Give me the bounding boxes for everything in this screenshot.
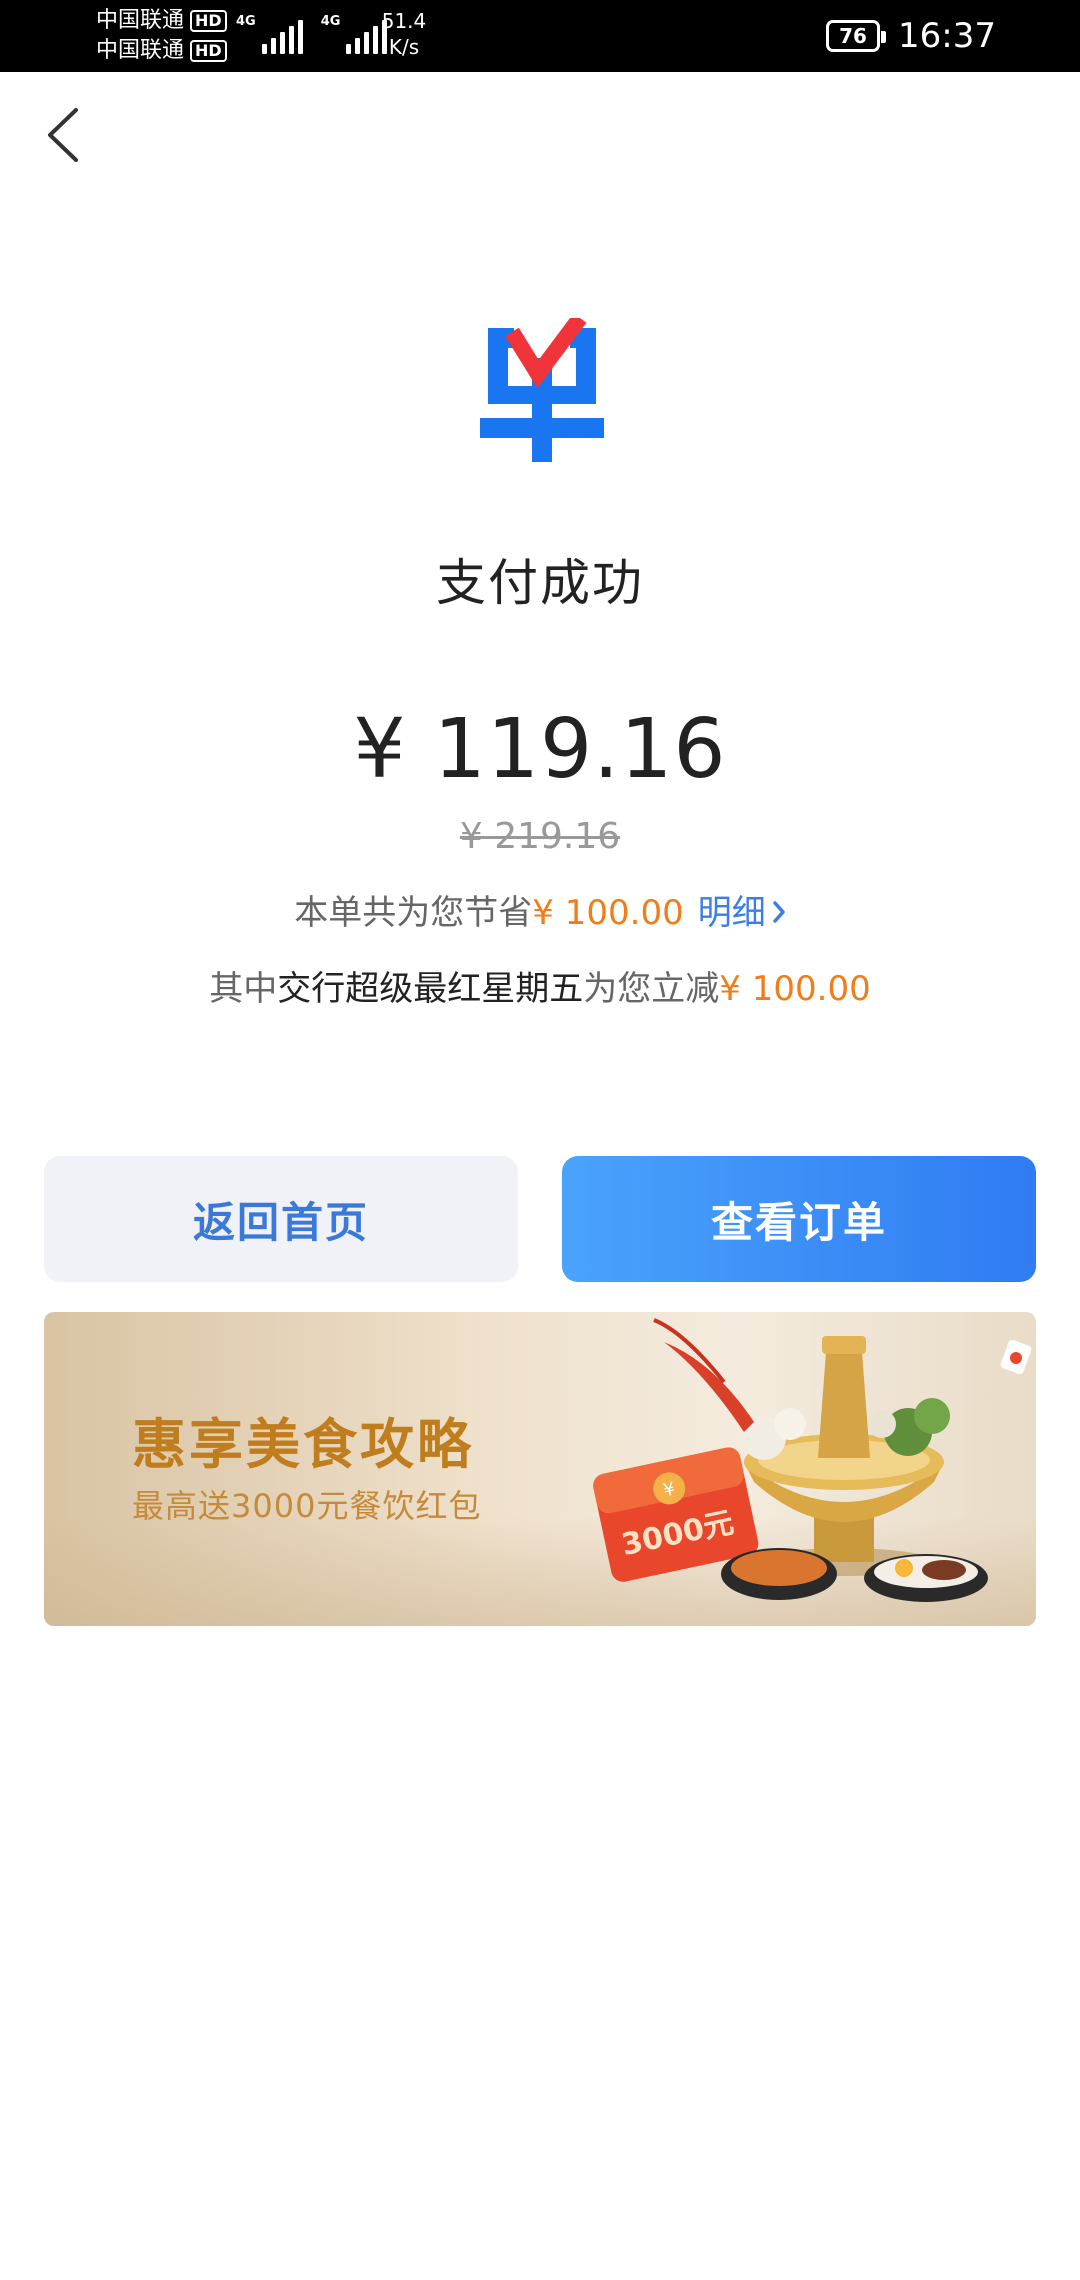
network-speed: 51.4 K/s bbox=[374, 8, 434, 60]
detail-label: 明细 bbox=[697, 893, 766, 933]
savings-summary: 本单共为您节省¥ 100.00 明细 bbox=[0, 888, 1080, 938]
network-type-1: 4G bbox=[236, 14, 256, 29]
banner-title: 惠享美食攻略 bbox=[132, 1413, 474, 1476]
savings-amount: ¥ 100.00 bbox=[532, 893, 684, 933]
carrier-2: 中国联通 bbox=[96, 38, 185, 63]
banner-subtitle: 最高送3000元餐饮红包 bbox=[132, 1487, 482, 1525]
chevron-right-icon bbox=[772, 900, 785, 923]
chevron-left-icon bbox=[48, 108, 78, 162]
signal-icon: 4G bbox=[236, 14, 303, 54]
original-price: ¥ 219.16 bbox=[459, 816, 621, 857]
order-logo-icon bbox=[480, 313, 604, 462]
clock: 16:37 bbox=[898, 16, 996, 56]
savings-detail-link[interactable]: 明细 bbox=[698, 893, 786, 933]
hd-badge: HD bbox=[190, 40, 227, 62]
back-button[interactable] bbox=[40, 100, 90, 170]
paid-amount: ¥ 119.16 bbox=[353, 702, 727, 797]
food-promo-banner[interactable]: 惠享美食攻略 最高送3000元餐饮红包 ¥ 3000元 bbox=[44, 1312, 1036, 1626]
back-to-home-button[interactable]: 返回首页 bbox=[44, 1156, 518, 1282]
net-speed-unit: K/s bbox=[388, 35, 420, 59]
net-speed-value: 51.4 bbox=[381, 9, 427, 33]
signal-indicators: 4G 4G bbox=[236, 14, 388, 54]
battery-level: 76 bbox=[839, 24, 867, 48]
promo-name: 交行超级最红星期五 bbox=[277, 969, 584, 1009]
status-bar: 中国联通 HD 中国联通 HD 4G 4G 51.4 K/s 76 16:37 bbox=[0, 0, 1080, 72]
savings-prefix: 本单共为您节省 bbox=[294, 893, 533, 933]
hd-badge: HD bbox=[190, 10, 227, 32]
discount-info: 其中交行超级最红星期五为您立减¥ 100.00 bbox=[0, 964, 1080, 1014]
view-order-button[interactable]: 查看订单 bbox=[562, 1156, 1036, 1282]
discount-prefix: 其中 bbox=[209, 969, 278, 1009]
discount-amount: ¥ 100.00 bbox=[719, 969, 871, 1009]
carrier-info: 中国联通 HD 中国联通 HD bbox=[96, 6, 227, 66]
payment-success-title: 支付成功 bbox=[436, 554, 644, 612]
carrier-1: 中国联通 bbox=[96, 8, 185, 33]
hotpot-illustration: ¥ 3000元 bbox=[593, 1318, 1032, 1602]
network-type-2: 4G bbox=[320, 14, 341, 29]
discount-middle: 为您立减 bbox=[583, 969, 720, 1009]
battery-icon: 76 bbox=[826, 20, 886, 52]
